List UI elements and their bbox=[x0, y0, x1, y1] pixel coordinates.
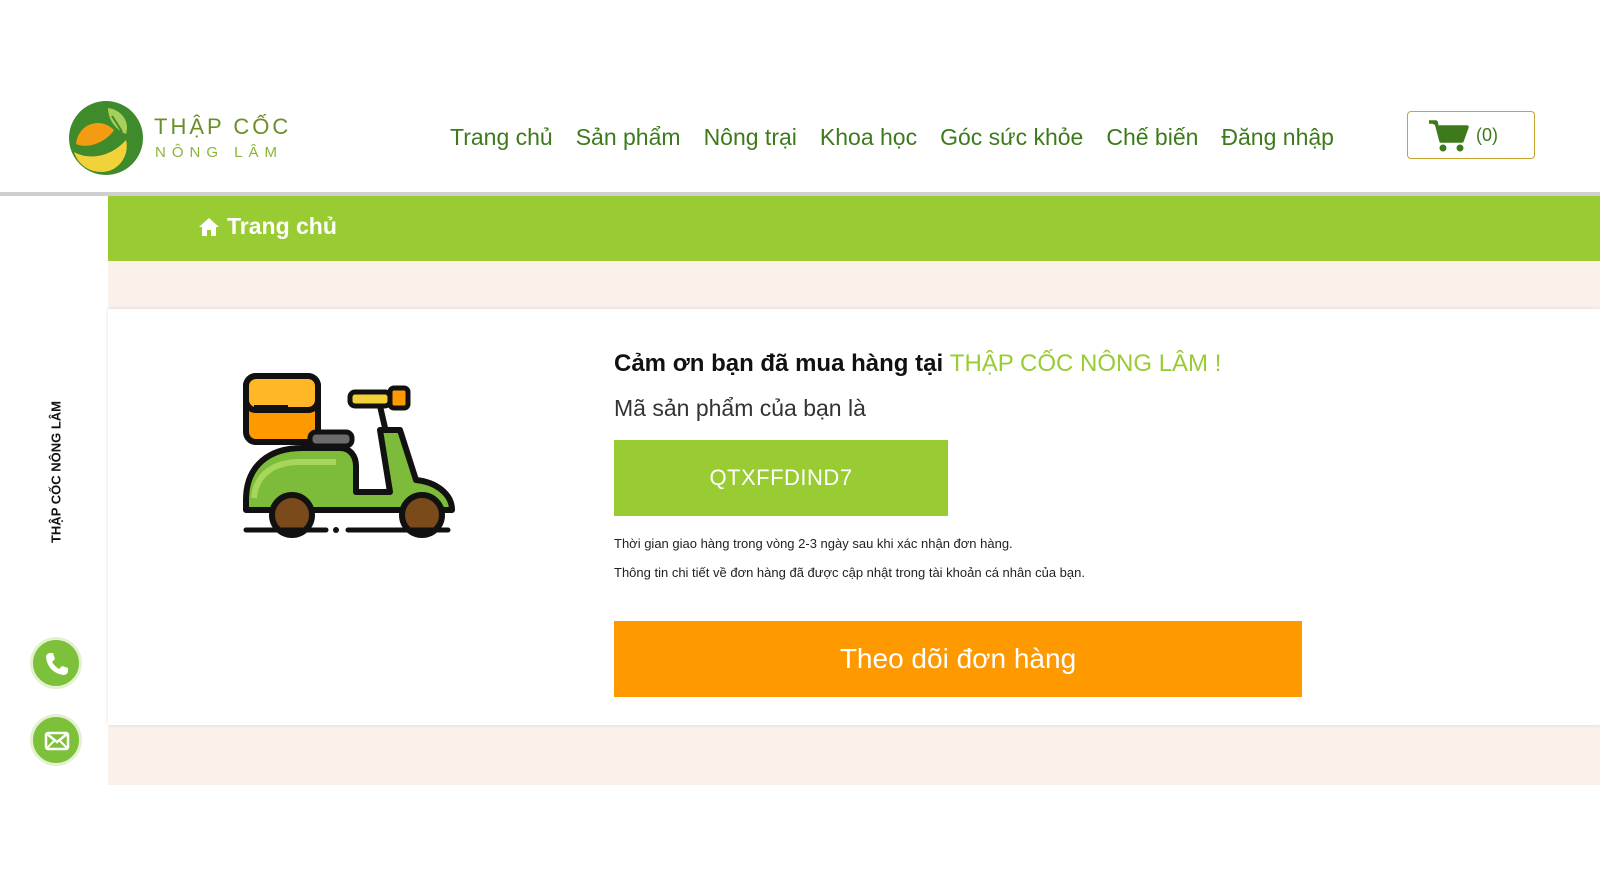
thank-you-heading: Cảm ơn bạn đã mua hàng tại THẬP CỐC NÔNG… bbox=[614, 350, 1221, 378]
order-code: QTXFFDIND7 bbox=[709, 465, 853, 490]
site-logo[interactable]: THẬP CỐC NÔNG LÂM bbox=[68, 100, 298, 176]
phone-button[interactable] bbox=[30, 637, 82, 689]
nav-home[interactable]: Trang chủ bbox=[450, 124, 553, 151]
logo-subtitle: NÔNG LÂM bbox=[155, 144, 284, 161]
nav-farm[interactable]: Nông trại bbox=[704, 124, 797, 151]
cart-count: (0) bbox=[1476, 125, 1498, 145]
nav-health[interactable]: Góc sức khỏe bbox=[940, 124, 1083, 151]
logo-title: THẬP CỐC bbox=[154, 114, 292, 139]
nav-science[interactable]: Khoa học bbox=[820, 124, 917, 151]
account-update-note: Thông tin chi tiết về đơn hàng đã được c… bbox=[614, 565, 1085, 580]
mail-button[interactable] bbox=[30, 714, 82, 766]
nav-products[interactable]: Sản phẩm bbox=[576, 124, 681, 151]
delivery-scooter-icon bbox=[243, 373, 455, 538]
main-nav: Trang chủ Sản phẩm Nông trại Khoa học Gó… bbox=[450, 124, 1334, 151]
logo-mark-icon bbox=[69, 101, 143, 175]
mail-icon bbox=[44, 731, 70, 751]
nav-login[interactable]: Đăng nhập bbox=[1221, 124, 1334, 151]
home-icon[interactable] bbox=[198, 217, 220, 237]
order-code-box: QTXFFDIND7 bbox=[614, 440, 948, 516]
breadcrumb: Trang chủ bbox=[108, 196, 1600, 261]
sidebar-brand-text: THẬP CỐC NÔNG LÂM bbox=[48, 400, 64, 544]
phone-icon bbox=[46, 653, 68, 675]
delivery-time-note: Thời gian giao hàng trong vòng 2-3 ngày … bbox=[614, 536, 1013, 551]
cart-icon bbox=[1429, 120, 1469, 152]
thank-you-brand: THẬP CỐC NÔNG LÂM ! bbox=[949, 350, 1222, 377]
order-code-label: Mã sản phẩm của bạn là bbox=[614, 395, 866, 421]
breadcrumb-home-link[interactable]: Trang chủ bbox=[227, 213, 337, 240]
cart-button[interactable]: (0) bbox=[1407, 111, 1535, 159]
track-order-button[interactable]: Theo dõi đơn hàng bbox=[614, 621, 1302, 697]
thank-you-text: Cảm ơn bạn đã mua hàng tại bbox=[614, 350, 950, 377]
track-order-label: Theo dõi đơn hàng bbox=[839, 643, 1077, 674]
nav-processing[interactable]: Chế biến bbox=[1106, 124, 1198, 151]
